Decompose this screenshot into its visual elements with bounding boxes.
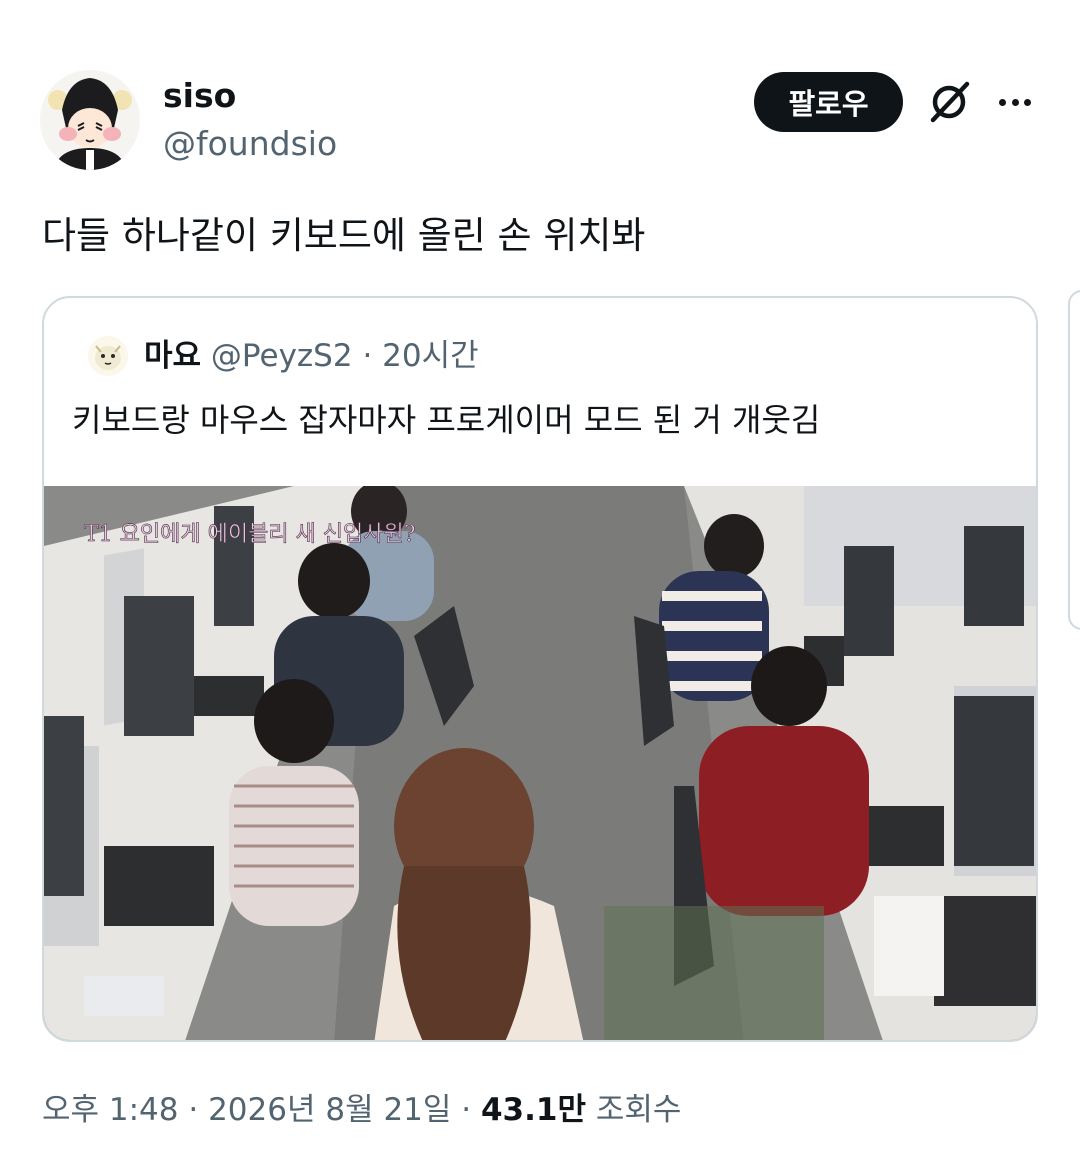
more-dot bbox=[1011, 98, 1019, 106]
more-dot bbox=[1024, 98, 1031, 106]
author-handle[interactable]: @foundsio bbox=[163, 124, 337, 163]
quoted-author-name[interactable]: 마요 bbox=[144, 338, 201, 374]
post-time[interactable]: 오후 1:48 bbox=[42, 1092, 179, 1128]
quoted-author-avatar[interactable] bbox=[88, 336, 128, 376]
author-avatar[interactable] bbox=[40, 70, 140, 170]
follow-button[interactable]: 팔로우 bbox=[754, 72, 903, 132]
adjacent-card-edge bbox=[1068, 290, 1080, 630]
grok-icon[interactable] bbox=[925, 78, 973, 126]
quoted-author-handle[interactable]: @PeyzS2 bbox=[211, 338, 353, 374]
tweet-text: 다들 하나같이 키보드에 올린 손 위치봐 bbox=[42, 214, 646, 257]
meta-separator: · bbox=[362, 338, 373, 374]
quoted-media-image[interactable]: T1 요인에게 에이블리 새 신입사원? bbox=[44, 481, 1036, 1040]
tweet-header: siso @foundsio 팔로우 bbox=[0, 0, 1080, 190]
post-date[interactable]: 2026년 8월 21일 bbox=[208, 1092, 451, 1128]
quoted-tweet[interactable]: 마요 @PeyzS2 · 20시간 키보드랑 마우스 잡자마자 프로게이머 모드… bbox=[42, 296, 1038, 1042]
more-dot bbox=[999, 98, 1006, 106]
tweet-footer: 오후 1:48 · 2026년 8월 21일 · 43.1만 조회수 bbox=[42, 1088, 681, 1132]
views-label: 조회수 bbox=[586, 1092, 682, 1128]
quoted-text: 키보드랑 마우스 잡자마자 프로게이머 모드 된 거 개웃김 bbox=[72, 401, 821, 439]
views-count[interactable]: 43.1만 bbox=[481, 1092, 586, 1128]
image-caption: T1 요인에게 에이블리 새 신입사원? bbox=[84, 522, 416, 547]
footer-separator: · bbox=[178, 1092, 209, 1128]
footer-separator: · bbox=[451, 1092, 481, 1128]
quoted-meta: 마요 @PeyzS2 · 20시간 bbox=[144, 336, 479, 376]
author-name[interactable]: siso bbox=[163, 76, 236, 115]
more-icon[interactable] bbox=[995, 82, 1035, 122]
quoted-time[interactable]: 20시간 bbox=[382, 338, 479, 374]
